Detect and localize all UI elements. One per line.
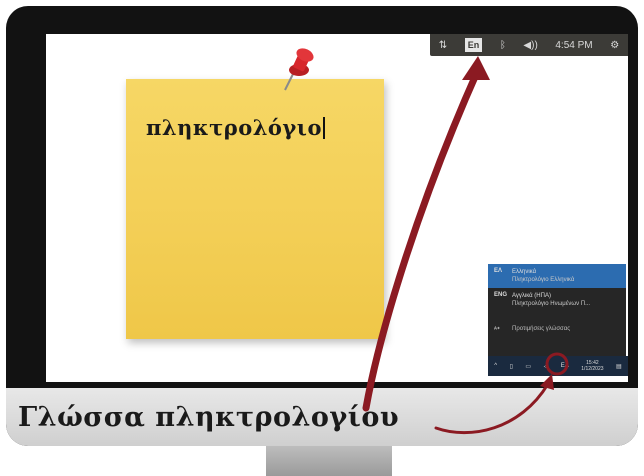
short-arrow-head — [540, 374, 554, 390]
long-arrow — [362, 66, 482, 412]
tray-highlight-circle — [545, 352, 569, 376]
short-arrow — [434, 382, 550, 435]
annotation-arrows — [362, 56, 569, 435]
long-arrow-head — [462, 56, 490, 80]
